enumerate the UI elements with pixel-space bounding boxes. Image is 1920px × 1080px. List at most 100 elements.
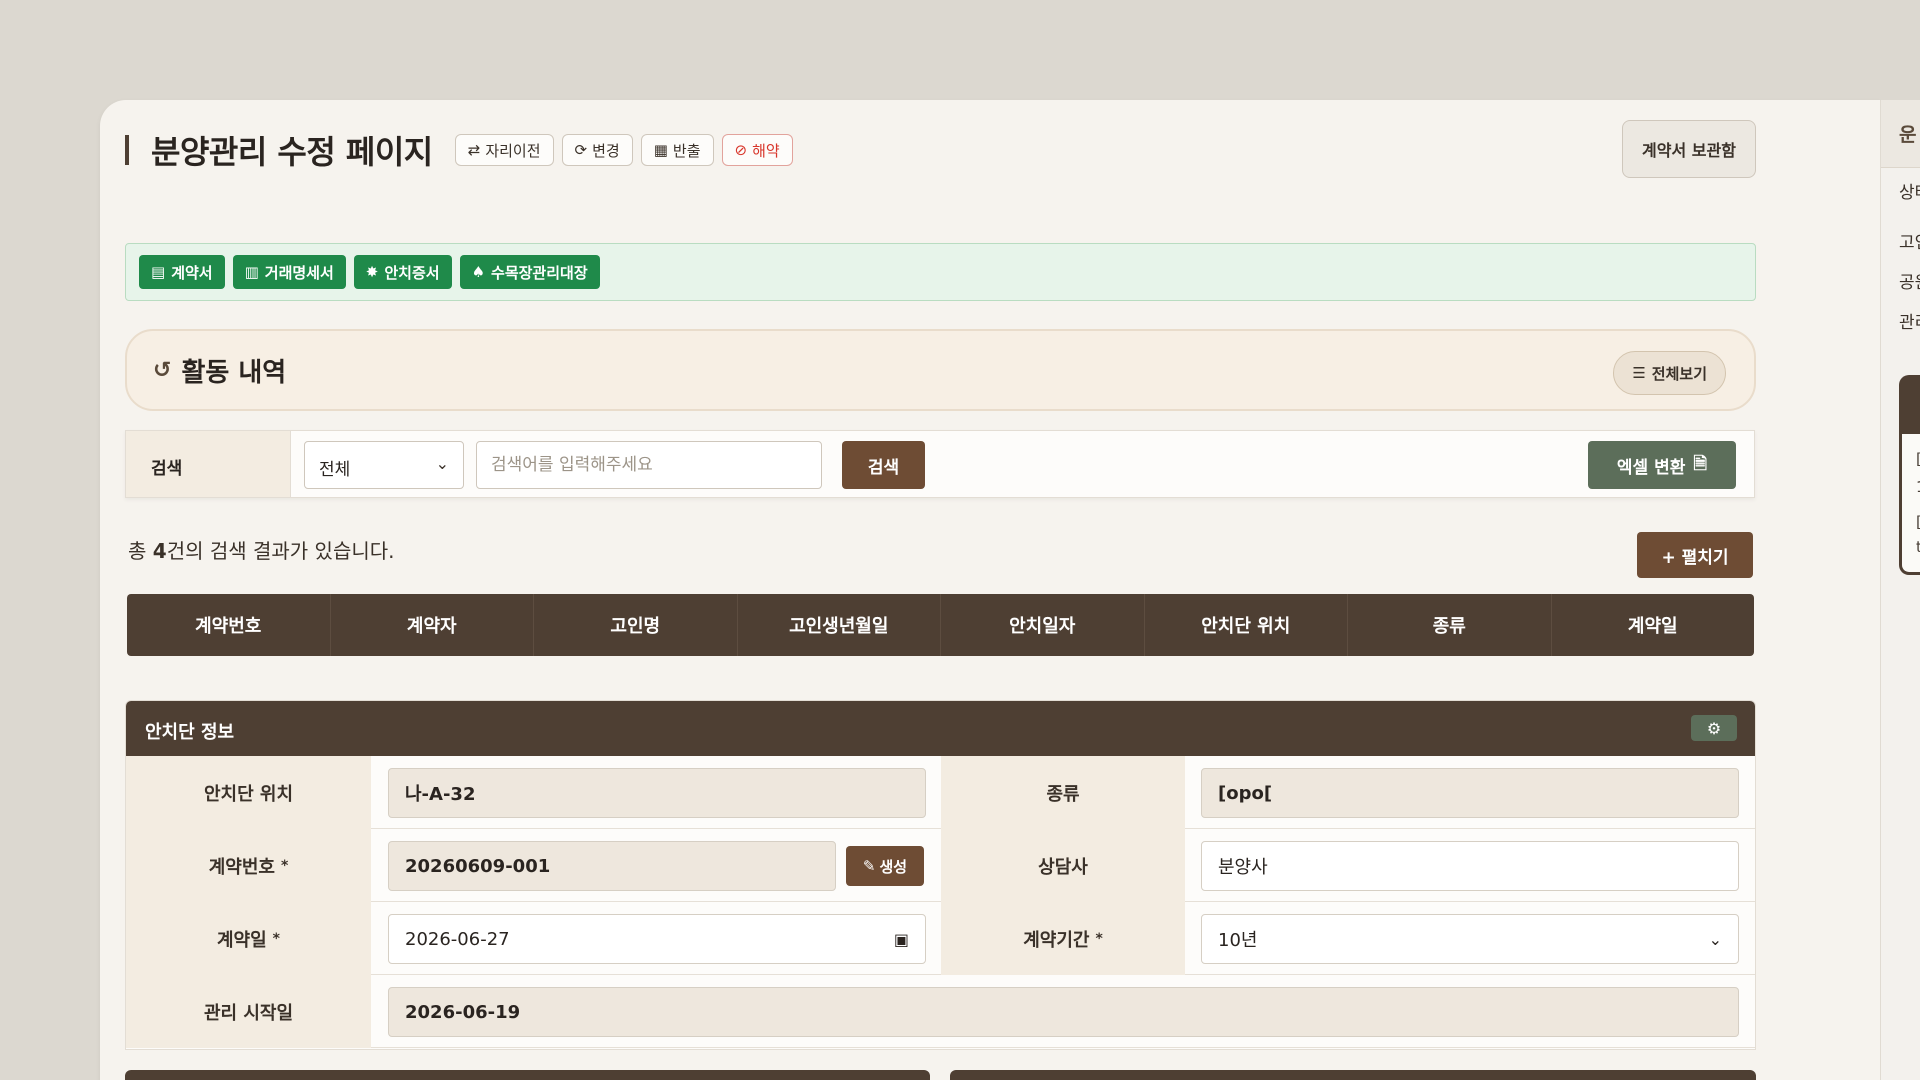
box-icon: ▦	[653, 141, 668, 159]
contract-date-value: 2026-06-27	[405, 928, 510, 950]
right-panel-box-line: t	[1916, 538, 1920, 556]
search-label: 검색	[126, 431, 291, 497]
info-row-location: 안치단 위치 나-A-32 종류 [opo[	[126, 756, 1755, 829]
search-button[interactable]: 검색	[842, 441, 925, 489]
next-section-header-left	[125, 1070, 930, 1080]
period-label: 계약기간	[1023, 929, 1090, 951]
activity-heading: ↺ 활동 내역	[153, 352, 286, 389]
location-label: 안치단 위치	[126, 756, 371, 829]
column-header[interactable]: 안치단 위치	[1145, 594, 1348, 656]
info-row-mgmt-start: 관리 시작일 2026-06-19	[126, 975, 1755, 1048]
title-accent-bar	[125, 135, 129, 165]
column-header[interactable]: 계약자	[331, 594, 534, 656]
counselor-label: 상담사	[941, 829, 1185, 902]
niche-info-header: 안치단 정보 ⚙	[126, 701, 1755, 756]
change-label: 변경	[592, 141, 620, 160]
right-panel-box-line: [	[1916, 513, 1920, 531]
column-header[interactable]: 고인명	[534, 594, 738, 656]
history-icon: ↺	[153, 357, 172, 383]
column-header[interactable]: 계약일	[1552, 594, 1755, 656]
document-toolbar: ▤ 계약서 ▥ 거래명세서 ✸ 안치증서 ♠ 수목장관리대장	[125, 243, 1756, 301]
right-panel-item[interactable]: 공원	[1899, 268, 1920, 293]
required-mark: *	[272, 930, 280, 947]
view-all-button[interactable]: ☰ 전체보기	[1613, 351, 1726, 395]
right-panel-item[interactable]: 상태	[1899, 178, 1920, 203]
activity-section: ↺ 활동 내역 ☰ 전체보기	[125, 329, 1756, 411]
search-select-value: 전체	[319, 460, 351, 480]
mgmt-start-label: 관리 시작일	[126, 975, 371, 1048]
certificate-doc-label: 안치증서	[384, 263, 440, 282]
result-suffix: 건의 검색 결과가 있습니다.	[166, 539, 395, 563]
mgmt-start-field: 2026-06-19	[388, 987, 1739, 1037]
cancel-contract-button[interactable]: ⊘ 해약	[721, 134, 793, 166]
view-all-label: 전체보기	[1651, 364, 1707, 383]
contract-date-field[interactable]: 2026-06-27 ▣	[388, 914, 926, 964]
cancel-contract-label: 해약	[752, 141, 780, 160]
activity-title: 활동 내역	[181, 357, 287, 388]
excel-export-button[interactable]: 엑셀 변환 🗎	[1588, 441, 1736, 489]
column-header[interactable]: 고인생년월일	[738, 594, 941, 656]
magic-wand-icon: ✎	[862, 857, 876, 875]
transfer-label: 자리이전	[485, 141, 541, 160]
expand-button[interactable]: + 펼치기	[1637, 532, 1753, 578]
counselor-field[interactable]: 분양사	[1201, 841, 1739, 891]
column-header[interactable]: 종류	[1348, 594, 1552, 656]
contract-doc-label: 계약서	[171, 263, 213, 282]
transfer-icon: ⇄	[467, 141, 481, 159]
transfer-button[interactable]: ⇄ 자리이전	[454, 134, 554, 166]
ledger-doc-label: 수목장관리대장	[491, 263, 588, 282]
certificate-icon: ✸	[365, 263, 379, 281]
chevron-down-icon: ⌄	[1708, 929, 1722, 949]
result-count: 총 4건의 검색 결과가 있습니다.	[128, 535, 395, 564]
next-section-header-right	[950, 1070, 1756, 1080]
type-label: 종류	[941, 756, 1185, 829]
required-mark: *	[280, 857, 289, 874]
info-row-contract-date: 계약일 * 2026-06-27 ▣ 계약기간 * 10년 ⌄	[126, 902, 1755, 975]
change-button[interactable]: ⟳ 변경	[561, 134, 633, 166]
niche-info-card: 안치단 정보 ⚙ 안치단 위치 나-A-32 종류 [opo[ 계약번호 * 20…	[125, 700, 1756, 1050]
export-label: 반출	[672, 141, 701, 160]
contract-no-label-cell: 계약번호 *	[126, 829, 371, 902]
right-panel-box: [ 1 [ t	[1899, 375, 1920, 575]
statement-doc-button[interactable]: ▥ 거래명세서	[232, 255, 346, 289]
gear-icon: ⚙	[1706, 718, 1722, 738]
contract-doc-button[interactable]: ▤ 계약서	[139, 255, 225, 289]
required-mark: *	[1095, 930, 1103, 947]
right-panel-box-line: 1	[1916, 478, 1920, 496]
contract-no-field: 20260609-001	[388, 841, 836, 891]
search-input[interactable]	[476, 441, 822, 489]
export-button[interactable]: ▦ 반출	[640, 134, 714, 166]
column-header[interactable]: 안치일자	[941, 594, 1145, 656]
settings-button[interactable]: ⚙	[1691, 715, 1737, 741]
refresh-icon: ⟳	[574, 141, 588, 159]
result-prefix: 총	[128, 539, 153, 563]
right-panel-item[interactable]: 고인	[1899, 228, 1920, 253]
right-panel-title: 운	[1899, 124, 1917, 146]
contract-archive-button[interactable]: 계약서 보관함	[1622, 120, 1756, 178]
right-panel-item[interactable]: 관리	[1899, 308, 1920, 333]
calendar-icon[interactable]: ▣	[894, 930, 909, 949]
type-field: [opo[	[1201, 768, 1739, 818]
column-header[interactable]: 계약번호	[127, 594, 331, 656]
contract-no-label: 계약번호	[208, 856, 275, 878]
right-panel-box-header	[1902, 378, 1920, 434]
ledger-doc-button[interactable]: ♠ 수목장관리대장	[459, 255, 600, 289]
contract-date-label: 계약일	[216, 929, 267, 951]
search-category-select[interactable]: 전체 ⌄	[304, 441, 464, 489]
title-bar: 분양관리 수정 페이지 ⇄ 자리이전 ⟳ 변경 ▦ 반출 ⊘ 해약	[125, 125, 801, 175]
niche-info-title: 안치단 정보	[145, 722, 235, 743]
results-table-header: 계약번호 계약자 고인명 고인생년월일 안치일자 안치단 위치 종류 계약일	[127, 594, 1754, 656]
excel-export-label: 엑셀 변환	[1616, 457, 1686, 478]
receipt-icon: ▥	[244, 263, 259, 281]
file-icon: 🗎	[1693, 453, 1708, 474]
right-panel-box-line: [	[1916, 450, 1920, 468]
period-select[interactable]: 10년 ⌄	[1201, 914, 1739, 964]
certificate-doc-button[interactable]: ✸ 안치증서	[353, 255, 452, 289]
chevron-down-icon: ⌄	[435, 454, 449, 473]
document-icon: ▤	[151, 263, 166, 281]
right-side-panel: 운 상태 고인 공원 관리 [ 1 [ t	[1880, 100, 1920, 1080]
contract-date-label-cell: 계약일 *	[126, 902, 371, 975]
generate-button[interactable]: ✎ 생성	[846, 846, 924, 886]
info-row-contract-no: 계약번호 * 20260609-001 ✎ 생성 상담사 분양사	[126, 829, 1755, 902]
list-icon: ☰	[1632, 364, 1646, 382]
